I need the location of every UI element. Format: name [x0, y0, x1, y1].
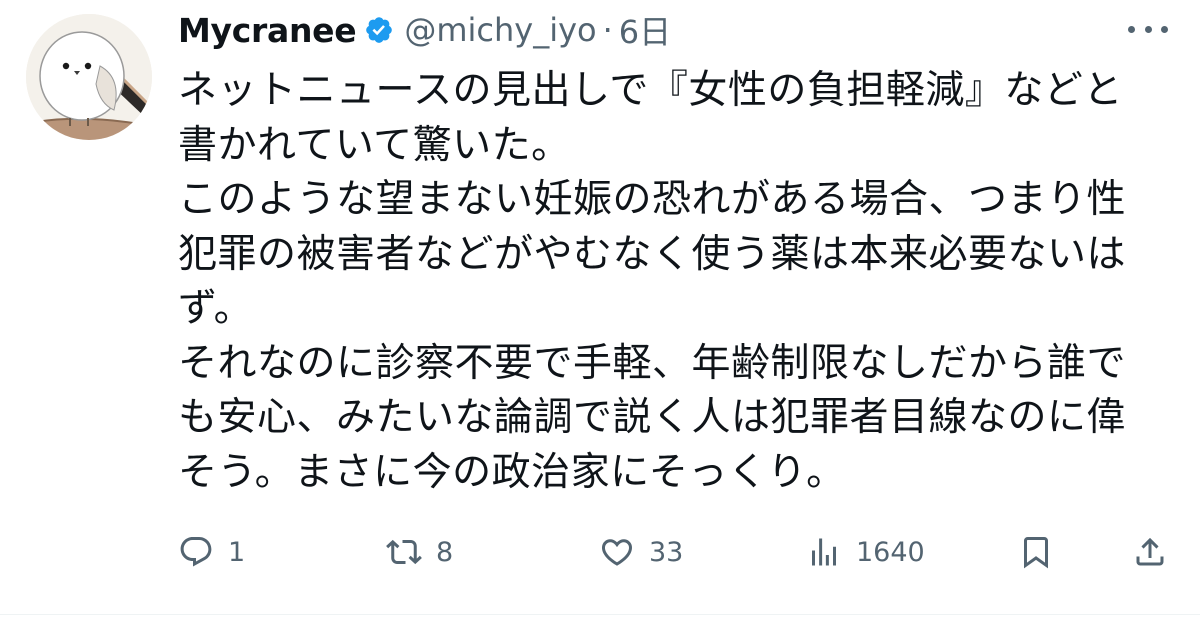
share-icon [1136, 537, 1164, 566]
action-bar: 1 8 33 1640 [178, 526, 1168, 578]
tweet-text-line: このような望まない妊娠の恐れがある場合、つまり性 [178, 177, 1127, 222]
tweet[interactable]: Mycranee @michy_iyo · 6日 ネットニュースの見出しで『女性… [0, 0, 1200, 619]
views-count: 1640 [856, 536, 925, 568]
retweet-icon [386, 539, 422, 565]
tweet-text-line: そう。まさに今の政治家にそっくり。 [178, 449, 846, 495]
verified-badge-icon [364, 15, 394, 45]
bookmark-button[interactable] [1018, 526, 1054, 578]
reply-button[interactable]: 1 [178, 526, 245, 578]
reply-icon [180, 537, 212, 567]
like-button[interactable]: 33 [599, 526, 683, 578]
like-count: 33 [649, 536, 684, 568]
more-icon[interactable] [1126, 14, 1170, 44]
user-handle[interactable]: @michy_iyo [404, 11, 596, 49]
views-icon [812, 538, 836, 566]
share-button[interactable] [1132, 526, 1168, 578]
reply-count: 1 [228, 536, 246, 568]
avatar[interactable] [26, 14, 152, 140]
separator-dot: · [602, 11, 613, 49]
display-name[interactable]: Mycranee [178, 11, 357, 50]
tweet-text-line: それなのに診察不要で手軽、年齢制限なしだから誰で [178, 340, 1127, 386]
timestamp[interactable]: 6日 [619, 7, 671, 53]
tweet-text-line: ず。 [178, 286, 254, 331]
bookmark-icon [1024, 537, 1048, 569]
retweet-count: 8 [436, 536, 454, 568]
avatar-bird-image [26, 14, 152, 140]
heart-icon [601, 539, 633, 566]
tweet-text-line: ネットニュースの見出しで『女性の負担軽減』などと [178, 68, 1123, 113]
tweet-header: Mycranee @michy_iyo · 6日 [178, 6, 671, 54]
tweet-text-line: も安心、みたいな論調で説く人は犯罪者目線なのに偉 [178, 395, 1127, 440]
tweet-text-line: 犯罪の被害者などがやむなく使う薬は本来必要ないは [178, 231, 1127, 277]
divider [0, 614, 1200, 615]
views-button[interactable]: 1640 [806, 526, 925, 578]
retweet-button[interactable]: 8 [386, 526, 453, 578]
tweet-text-line: 書かれていて驚いた。 [178, 122, 571, 168]
tweet-text: ネットニュースの見出しで『女性の負担軽減』などと 書かれていて驚いた。 このよう… [178, 64, 1168, 500]
